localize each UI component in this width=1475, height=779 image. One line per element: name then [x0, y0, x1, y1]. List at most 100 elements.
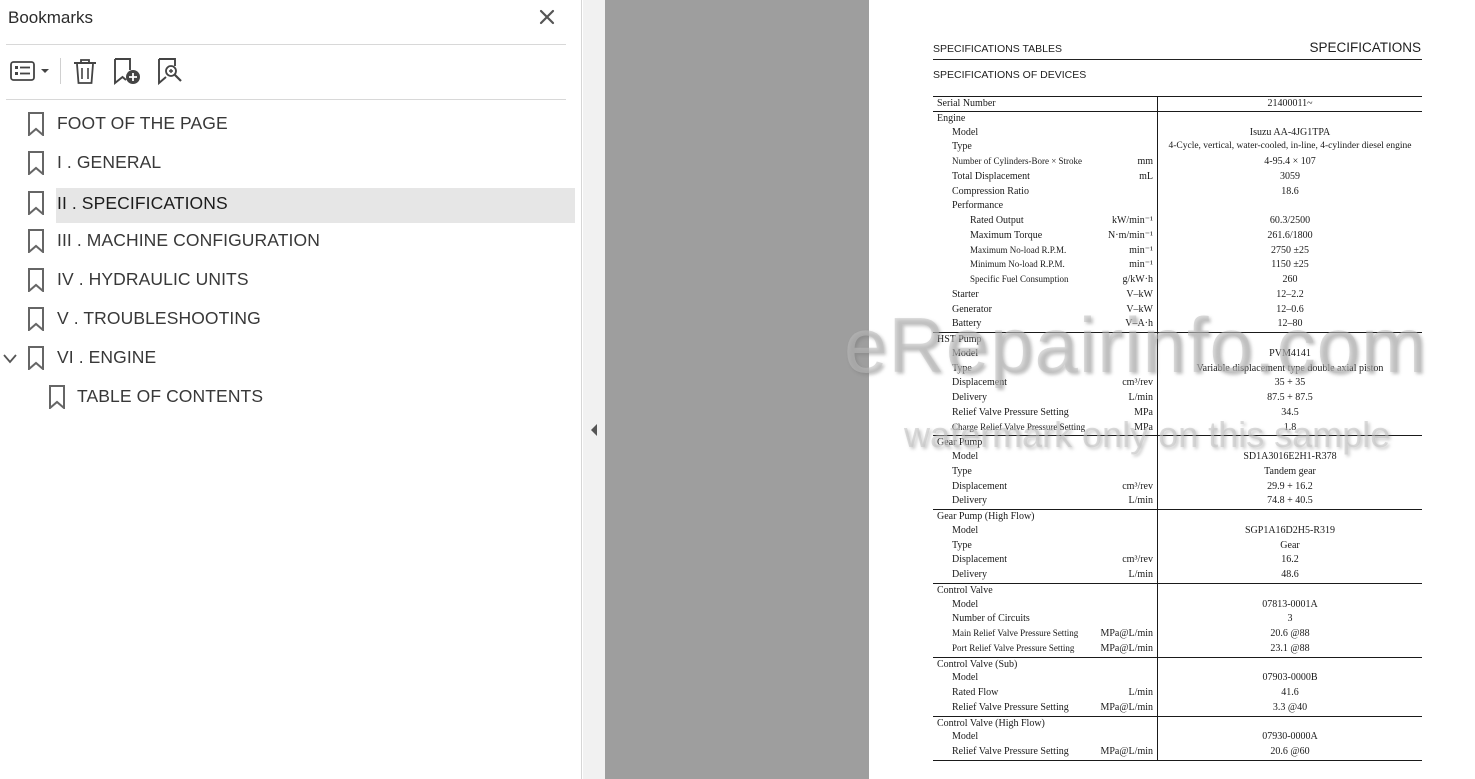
- spec-unit: L/min: [1128, 687, 1153, 698]
- spec-unit: kW/min⁻¹: [1111, 215, 1153, 226]
- chevron-down-icon[interactable]: [2, 352, 18, 366]
- bookmarks-panel: Bookmarks FOOT OF THE PAGE I . GENERAL I…: [0, 0, 582, 779]
- table-row: Main Relief Valve Pressure Setting MPa@L/…: [933, 627, 1422, 642]
- bookmark-item-general[interactable]: I . GENERAL: [18, 145, 575, 180]
- spec-label: Delivery: [952, 569, 987, 580]
- bookmark-icon: [28, 307, 44, 331]
- table-row: Model 07930-0000A: [933, 730, 1422, 745]
- bookmark-search-icon: [158, 58, 182, 86]
- spec-label: Displacement: [952, 554, 1007, 566]
- table-row: Gear Pump (High Flow): [933, 509, 1422, 524]
- spec-unit: MPa@L/min: [1100, 701, 1153, 713]
- bookmark-label: FOOT OF THE PAGE: [57, 113, 228, 133]
- table-row: Type Tandem gear: [933, 464, 1422, 480]
- spec-value: 23.1 @88: [1270, 642, 1310, 654]
- table-row: HST Pump: [933, 332, 1422, 347]
- spec-label: Battery: [952, 318, 982, 330]
- spec-label: Serial Number: [937, 98, 996, 109]
- spec-unit: V–A·h: [1125, 318, 1153, 330]
- spec-label: Control Valve: [937, 584, 993, 596]
- bookmark-item-hydraulic-units[interactable]: IV . HYDRAULIC UNITS: [18, 262, 575, 297]
- spec-label: Number of Circuits: [952, 613, 1030, 625]
- bookmark-item-engine[interactable]: VI . ENGINE: [18, 340, 575, 375]
- spec-label: Specific Fuel Consumption: [970, 274, 1069, 284]
- delete-bookmark-button[interactable]: [70, 54, 100, 88]
- options-menu-button[interactable]: [6, 54, 52, 88]
- add-bookmark-button[interactable]: [110, 54, 144, 88]
- table-row: Minimum No-load R.P.M. min⁻¹ 1150 ±25: [933, 258, 1422, 273]
- spec-value: 29.9 + 16.2: [1267, 480, 1313, 492]
- spec-label: Maximum Torque: [970, 229, 1043, 241]
- table-row: Maximum Torque N·m/min⁻¹ 261.6/1800: [933, 228, 1422, 244]
- table-row: Serial Number 21400011~: [933, 96, 1422, 111]
- bookmark-item-troubleshooting[interactable]: V . TROUBLESHOOTING: [18, 301, 575, 336]
- table-row: Model 07903-0000B: [933, 671, 1422, 686]
- bookmark-item-specifications[interactable]: II . SPECIFICATIONS: [56, 188, 575, 223]
- bookmark-icon: [28, 268, 44, 292]
- spec-label: Delivery: [952, 495, 987, 507]
- spec-value: 3.3 @40: [1272, 701, 1308, 713]
- spec-value: PVM4141: [1269, 347, 1311, 359]
- spec-value: 87.5 + 87.5: [1267, 392, 1313, 403]
- bookmark-icon: [49, 385, 65, 409]
- spec-unit: L/min: [1128, 495, 1153, 507]
- find-bookmark-button[interactable]: [154, 54, 186, 88]
- table-row: Displacement cm³/rev 16.2: [933, 553, 1422, 568]
- page-header-left: SPECIFICATIONS TABLES: [933, 43, 1062, 55]
- table-row: Model PVM4141: [933, 346, 1422, 362]
- bookmark-label: V . TROUBLESHOOTING: [57, 308, 261, 328]
- table-row: Number of Cylinders-Bore × Stroke mm 4-95.…: [933, 155, 1422, 170]
- spec-unit: L/min: [1128, 569, 1153, 580]
- spec-label: Rated Output: [970, 215, 1024, 226]
- column-divider: [1157, 436, 1158, 450]
- table-row: Control Valve (Sub): [933, 656, 1422, 672]
- bookmark-item-foot-of-the-page[interactable]: FOOT OF THE PAGE: [18, 106, 575, 141]
- spec-value: 60.3/2500: [1269, 215, 1311, 226]
- spec-value: 2750 ±25: [1271, 244, 1309, 256]
- bookmark-icon: [28, 151, 44, 175]
- spec-unit: MPa@L/min: [1100, 746, 1153, 757]
- spec-value: 07930-0000A: [1262, 731, 1318, 743]
- table-row: Total Displacement mL 3059: [933, 169, 1422, 185]
- spec-value: 20.6 @60: [1270, 746, 1310, 757]
- spec-value: 4-95.4 × 107: [1264, 156, 1316, 167]
- table-row: Model Isuzu AA-4JG1TPA: [933, 125, 1422, 141]
- spec-unit: MPa: [1134, 421, 1153, 433]
- spec-value: 35 + 35: [1274, 377, 1306, 389]
- collapse-panel-icon[interactable]: [588, 422, 600, 438]
- spec-value: 48.6: [1281, 569, 1299, 580]
- table-row: Delivery L/min 48.6: [933, 568, 1422, 583]
- table-row: Charge Relief Valve Pressure Setting MPa 1…: [933, 420, 1422, 436]
- spec-label: Relief Valve Pressure Setting: [952, 746, 1069, 757]
- bookmark-label: I . GENERAL: [57, 152, 162, 172]
- column-divider: [1157, 510, 1158, 524]
- spec-unit: mL: [1139, 170, 1153, 182]
- spec-unit: MPa: [1134, 406, 1153, 418]
- spec-unit: MPa@L/min: [1100, 628, 1153, 639]
- panel-splitter[interactable]: [583, 0, 605, 779]
- spec-unit: cm³/rev: [1122, 480, 1153, 492]
- toolbar-separator: [60, 58, 61, 84]
- spec-label: Model: [952, 672, 979, 684]
- table-row: Type Gear: [933, 538, 1422, 554]
- spec-value: 3: [1287, 613, 1293, 625]
- spec-unit: min⁻¹: [1129, 259, 1153, 271]
- spec-value: 3059: [1280, 170, 1300, 182]
- spec-label: Gear Pump: [937, 437, 983, 449]
- table-row: Port Relief Valve Pressure Setting MPa@L/…: [933, 641, 1422, 657]
- bookmark-item-table-of-contents[interactable]: TABLE OF CONTENTS: [38, 379, 575, 414]
- table-row: Generator V–kW 12–0.6: [933, 302, 1422, 318]
- bookmark-item-machine-configuration[interactable]: III . MACHINE CONFIGURATION: [18, 223, 575, 258]
- spec-label: Port Relief Valve Pressure Setting: [952, 642, 1075, 653]
- table-row: Maximum No-load R.P.M. min⁻¹ 2750 ±25: [933, 243, 1422, 259]
- spec-value: SD1A3016E2H1-R378: [1243, 451, 1337, 462]
- spec-value: 34.5: [1281, 406, 1299, 418]
- spec-label: Model: [952, 126, 979, 138]
- close-panel-button[interactable]: [536, 6, 558, 28]
- spec-value: Variable displacement type double axial …: [1196, 362, 1384, 374]
- spec-label: Performance: [952, 200, 1004, 212]
- table-row: Control Valve: [933, 582, 1422, 598]
- table-row: Delivery L/min 87.5 + 87.5: [933, 391, 1422, 406]
- spec-label: Number of Cylinders-Bore × Stroke: [952, 156, 1083, 166]
- spec-label: Displacement: [952, 377, 1007, 389]
